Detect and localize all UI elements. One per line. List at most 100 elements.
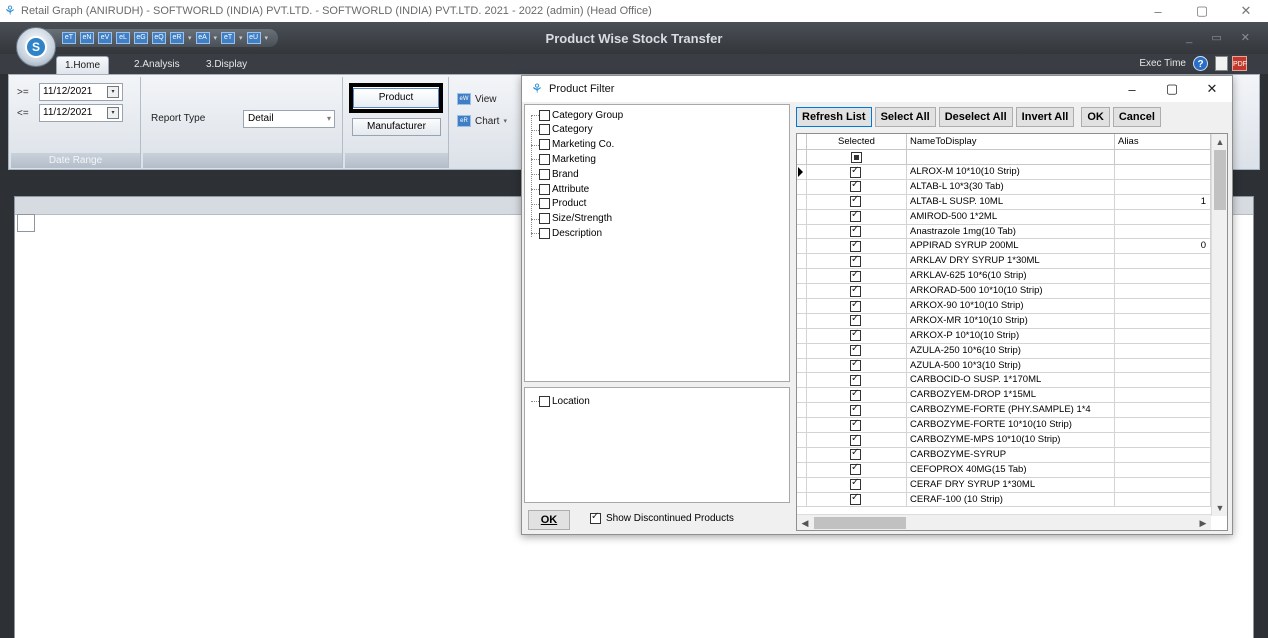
- scroll-left-icon[interactable]: ◀: [797, 515, 813, 530]
- minimize-button[interactable]: –: [1136, 0, 1180, 22]
- pdf-icon[interactable]: PDF: [1232, 56, 1247, 71]
- table-row[interactable]: ARKLAV DRY SYRUP 1*30ML: [797, 254, 1211, 270]
- row-select-checkbox[interactable]: [850, 210, 861, 223]
- tree-item[interactable]: Marketing Co.: [530, 138, 614, 152]
- row-indicator[interactable]: [797, 313, 807, 328]
- scroll-right-icon[interactable]: ▶: [1195, 515, 1211, 530]
- close-button[interactable]: ✕: [1224, 0, 1268, 22]
- tree-item-checkbox[interactable]: [539, 198, 550, 210]
- table-row[interactable]: CARBOZYME-FORTE (PHY.SAMPLE) 1*4: [797, 403, 1211, 419]
- tab-home[interactable]: 1.Home: [56, 56, 110, 74]
- row-indicator[interactable]: [797, 328, 807, 343]
- product-button[interactable]: Product: [353, 88, 439, 108]
- row-select-checkbox[interactable]: [850, 165, 861, 178]
- row-select-checkbox[interactable]: [850, 269, 861, 282]
- refresh-list-button[interactable]: Refresh List: [796, 107, 872, 127]
- row-indicator[interactable]: [797, 239, 807, 254]
- show-discontinued-toggle[interactable]: Show Discontinued Products: [590, 511, 734, 524]
- name-filter-cell[interactable]: [907, 150, 1115, 165]
- row-select-checkbox[interactable]: [850, 478, 861, 491]
- tree-item-checkbox[interactable]: [539, 183, 550, 195]
- location-checkbox[interactable]: [539, 395, 550, 407]
- row-indicator[interactable]: [797, 492, 807, 507]
- row-indicator[interactable]: [797, 209, 807, 224]
- help-icon[interactable]: ?: [1193, 56, 1208, 71]
- row-indicator[interactable]: [797, 418, 807, 433]
- row-select-checkbox[interactable]: [850, 284, 861, 297]
- table-row[interactable]: ALROX-M 10*10(10 Strip): [797, 165, 1211, 180]
- ok-button[interactable]: OK: [528, 510, 570, 530]
- column-header-alias[interactable]: Alias: [1115, 134, 1211, 150]
- table-row[interactable]: ARKOX-P 10*10(10 Strip): [797, 328, 1211, 344]
- dialog-minimize-button[interactable]: –: [1112, 76, 1152, 102]
- table-row[interactable]: CERAF-100 (10 Strip): [797, 492, 1211, 508]
- dialog-maximize-button[interactable]: ▢: [1152, 76, 1192, 102]
- tree-item-checkbox[interactable]: [539, 109, 550, 121]
- row-indicator[interactable]: [797, 269, 807, 284]
- header-select-checkbox[interactable]: [851, 152, 862, 163]
- table-row[interactable]: ARKOX-90 10*10(10 Strip): [797, 299, 1211, 314]
- tree-item-location[interactable]: Location: [531, 394, 590, 408]
- vertical-scrollbar[interactable]: ▲ ▼: [1211, 134, 1227, 516]
- row-indicator[interactable]: [797, 358, 807, 373]
- tree-item[interactable]: Description: [530, 226, 602, 240]
- row-indicator[interactable]: [797, 194, 807, 209]
- calendar-icon[interactable]: ▾: [107, 107, 119, 119]
- row-indicator[interactable]: [797, 373, 807, 388]
- row-select-checkbox[interactable]: [850, 329, 861, 342]
- show-discontinued-checkbox[interactable]: [590, 511, 601, 524]
- row-select-checkbox[interactable]: [850, 359, 861, 372]
- scroll-up-icon[interactable]: ▲: [1212, 134, 1227, 150]
- row-indicator[interactable]: [797, 179, 807, 194]
- from-date-picker[interactable]: 11/12/2021 ▾: [39, 83, 123, 101]
- alias-filter-cell[interactable]: [1115, 150, 1211, 165]
- tree-item[interactable]: Category Group: [530, 108, 623, 122]
- grid-ok-button[interactable]: OK: [1081, 107, 1110, 127]
- report-type-select[interactable]: Detail ▾: [243, 110, 335, 128]
- column-header-name[interactable]: NameToDisplay: [907, 134, 1115, 150]
- tree-item-checkbox[interactable]: [539, 124, 550, 136]
- row-indicator[interactable]: [797, 165, 807, 179]
- tree-item-checkbox[interactable]: [539, 227, 550, 239]
- tree-item[interactable]: Brand: [531, 167, 579, 181]
- tree-item-checkbox[interactable]: [539, 213, 550, 225]
- app-window-controls[interactable]: _ ▭ ✕: [1186, 31, 1258, 44]
- workspace-corner-cell[interactable]: [17, 214, 35, 232]
- tree-item[interactable]: Size/Strength: [530, 212, 612, 226]
- table-row[interactable]: APPIRAD SYRUP 200ML0: [797, 239, 1211, 255]
- dialog-close-button[interactable]: ✕: [1192, 76, 1232, 102]
- select-all-button[interactable]: Select All: [874, 107, 936, 127]
- row-indicator[interactable]: [797, 254, 807, 269]
- to-date-picker[interactable]: 11/12/2021 ▾: [39, 104, 123, 122]
- tab-analysis[interactable]: 2.Analysis: [126, 56, 188, 74]
- table-row[interactable]: CARBOZYEM-DROP 1*15ML: [797, 388, 1211, 404]
- row-select-checkbox[interactable]: [850, 225, 861, 238]
- scroll-thumb[interactable]: [1214, 150, 1226, 210]
- cancel-button[interactable]: Cancel: [1112, 107, 1161, 127]
- table-row[interactable]: ARKOX-MR 10*10(10 Strip): [797, 313, 1211, 329]
- tree-item[interactable]: Category: [531, 123, 593, 137]
- row-select-checkbox[interactable]: [850, 418, 861, 431]
- row-select-checkbox[interactable]: [850, 433, 861, 446]
- table-row[interactable]: CERAF DRY SYRUP 1*30ML: [797, 477, 1211, 493]
- tree-item[interactable]: Marketing: [531, 152, 596, 166]
- column-header-selected[interactable]: Selected: [807, 134, 907, 150]
- table-row[interactable]: ALTAB-L SUSP. 10ML1: [797, 194, 1211, 210]
- document-icon[interactable]: [1215, 56, 1228, 71]
- table-row[interactable]: ALTAB-L 10*3(30 Tab): [797, 179, 1211, 195]
- row-select-checkbox[interactable]: [850, 180, 861, 193]
- row-indicator[interactable]: [797, 299, 807, 314]
- row-select-checkbox[interactable]: [850, 388, 861, 401]
- table-row[interactable]: AZULA-250 10*6(10 Strip): [797, 343, 1211, 359]
- table-row[interactable]: ARKLAV-625 10*6(10 Strip): [797, 269, 1211, 285]
- horizontal-scrollbar[interactable]: ◀ ▶: [797, 514, 1211, 530]
- view-button[interactable]: eW View: [457, 93, 497, 105]
- table-row[interactable]: CARBOZYME-FORTE 10*10(10 Strip): [797, 418, 1211, 434]
- table-row[interactable]: AZULA-500 10*3(10 Strip): [797, 358, 1211, 374]
- maximize-button[interactable]: ▢: [1180, 0, 1224, 22]
- row-select-checkbox[interactable]: [850, 373, 861, 386]
- row-indicator[interactable]: [797, 433, 807, 448]
- row-select-checkbox[interactable]: [850, 239, 861, 252]
- row-select-checkbox[interactable]: [850, 463, 861, 476]
- row-indicator[interactable]: [797, 477, 807, 492]
